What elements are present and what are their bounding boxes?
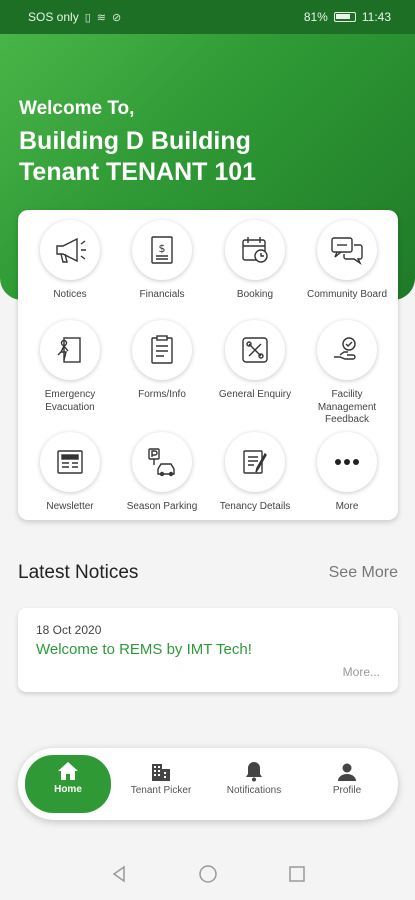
- menu-item-label: Forms/Info: [138, 389, 186, 400]
- notice-title: Welcome to REMS by IMT Tech!: [36, 641, 252, 658]
- menu-item-general-enquiry[interactable]: General Enquiry: [208, 310, 302, 420]
- menu-item-label: Tenancy Details: [219, 501, 291, 512]
- menu-item-community-board[interactable]: Community Board: [300, 210, 394, 320]
- nav-profile[interactable]: Profile: [303, 756, 391, 812]
- status-network-text: SOS only: [28, 10, 79, 24]
- clock: 11:43: [361, 10, 391, 24]
- megaphone-icon: [40, 220, 100, 280]
- sim-icon: ▯: [84, 11, 91, 24]
- menu-item-label: More: [335, 501, 359, 512]
- battery-percent: 81%: [303, 10, 328, 24]
- calendar-clock-icon: [225, 220, 285, 280]
- person-icon: [303, 756, 391, 782]
- notice-more-link[interactable]: More...: [343, 665, 380, 679]
- nav-notifications[interactable]: Notifications: [210, 756, 298, 812]
- nav-tenant-picker[interactable]: Tenant Picker: [117, 756, 205, 812]
- newspaper-icon: [40, 432, 100, 492]
- menu-item-label: Community Board: [306, 289, 388, 300]
- menu-item-label: Emergency Evacuation: [44, 389, 96, 413]
- welcome-text: Welcome To,: [19, 98, 135, 119]
- feedback-hand-icon: [317, 320, 377, 380]
- menu-item-booking[interactable]: Booking: [208, 210, 302, 320]
- bell-icon: [210, 756, 298, 782]
- invoice-icon: $: [132, 220, 192, 280]
- menu-item-label: General Enquiry: [218, 389, 292, 400]
- back-icon[interactable]: [110, 865, 128, 888]
- menu-item-notices[interactable]: Notices: [23, 210, 117, 320]
- more-dots-icon: [317, 432, 377, 492]
- see-more-link[interactable]: See More: [329, 564, 398, 582]
- menu-grid: Notices $ Financials Booking Community B…: [18, 210, 398, 520]
- nav-label: Profile: [332, 785, 362, 796]
- building-name: Building D Building Tenant TENANT 101: [19, 126, 399, 188]
- parking-car-icon: [132, 432, 192, 492]
- menu-item-facility-management-feedback[interactable]: Facility Management Feedback: [300, 310, 394, 425]
- menu-item-label: Booking: [236, 289, 274, 300]
- building-name-line1: Building D Building: [19, 127, 251, 155]
- recents-icon[interactable]: [288, 865, 306, 888]
- system-navigation-bar: [0, 852, 415, 900]
- menu-item-financials[interactable]: $ Financials: [115, 210, 209, 320]
- menu-item-label: Notices: [53, 289, 87, 300]
- nav-label: Tenant Picker: [130, 785, 192, 796]
- nav-home[interactable]: Home: [25, 755, 111, 813]
- building-icon: [117, 756, 205, 782]
- menu-item-label: Newsletter: [46, 501, 94, 512]
- bottom-navigation: Home Tenant Picker Notifications Profile: [18, 748, 398, 820]
- tools-icon: [225, 320, 285, 380]
- wifi-icon: ≋: [96, 11, 106, 24]
- menu-item-newsletter[interactable]: Newsletter: [23, 422, 117, 532]
- building-name-line2: Tenant TENANT 101: [19, 158, 257, 186]
- notice-date: 18 Oct 2020: [36, 623, 102, 637]
- menu-item-label: Season Parking: [126, 501, 198, 512]
- menu-item-season-parking[interactable]: Season Parking: [115, 422, 209, 532]
- menu-item-tenancy-details[interactable]: Tenancy Details: [208, 422, 302, 532]
- svg-text:$: $: [159, 242, 166, 255]
- status-bar: SOS only ▯ ≋ ⊘ 81% 11:43: [0, 0, 415, 34]
- mute-icon: ⊘: [111, 11, 122, 24]
- evacuation-icon: [40, 320, 100, 380]
- home-icon: [25, 755, 111, 781]
- menu-item-more[interactable]: More: [300, 422, 394, 532]
- nav-label: Home: [54, 784, 82, 795]
- menu-item-label: Financials: [139, 289, 185, 300]
- contract-icon: [225, 432, 285, 492]
- home-circle-icon[interactable]: [198, 864, 218, 889]
- nav-label: Notifications: [226, 785, 282, 796]
- menu-item-forms-info[interactable]: Forms/Info: [115, 310, 209, 420]
- menu-item-emergency-evacuation[interactable]: Emergency Evacuation: [23, 310, 117, 420]
- latest-notices-title: Latest Notices: [18, 562, 139, 583]
- forms-icon: [132, 320, 192, 380]
- battery-icon: [333, 12, 356, 22]
- menu-item-label: Facility Management Feedback: [317, 389, 377, 425]
- chat-bubbles-icon: [317, 220, 377, 280]
- notice-card[interactable]: 18 Oct 2020 Welcome to REMS by IMT Tech!…: [18, 608, 398, 692]
